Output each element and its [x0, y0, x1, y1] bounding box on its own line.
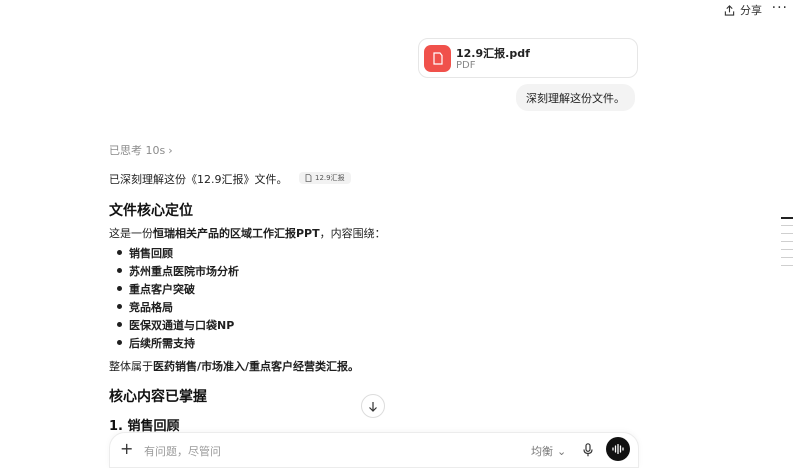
section1-description: 这是一份恒瑞相关产品的区域工作汇报PPT，内容围绕：: [109, 225, 386, 241]
section1-description-bold: 恒瑞相关产品的区域工作汇报PPT: [153, 227, 320, 240]
bullet-item: 竞品格局: [117, 301, 173, 314]
voice-mode-button[interactable]: [606, 437, 630, 461]
microphone-icon: [583, 443, 593, 457]
chevron-right-icon: ›: [168, 143, 173, 157]
section-heading-core-content: 核心内容已掌握: [109, 389, 207, 405]
document-icon: [305, 174, 312, 182]
outline-marker[interactable]: [781, 233, 793, 234]
summary-prefix: 整体属于: [109, 360, 153, 373]
arrow-down-icon: [369, 401, 377, 412]
outline-marker[interactable]: [781, 257, 793, 258]
bullet-item: 苏州重点医院市场分析: [117, 265, 239, 278]
bullet-item: 后续所需支持: [117, 337, 195, 350]
section1-description-prefix: 这是一份: [109, 227, 153, 240]
chevron-down-icon: ⌄: [557, 444, 567, 458]
summary-line: 整体属于医药销售/市场准入/重点客户经营类汇报。: [109, 358, 359, 374]
outline-marker[interactable]: [781, 265, 793, 266]
attachment-file-name: 12.9汇报.pdf: [456, 47, 530, 60]
pdf-file-icon: [424, 45, 451, 72]
thinking-toggle[interactable]: 已思考 10s ›: [109, 142, 173, 158]
top-bar: 分享 ···: [0, 0, 800, 22]
plus-icon: +: [120, 439, 134, 458]
share-icon: [724, 4, 735, 16]
add-attachment-button[interactable]: +: [120, 439, 133, 458]
answer-intro: 已深刻理解这份《12.9汇报》文件。 12.9汇报: [109, 171, 351, 187]
thinking-label: 已思考 10s: [109, 144, 166, 157]
source-reference-label: 12.9汇报: [315, 174, 345, 182]
section-heading-core-positioning: 文件核心定位: [109, 203, 193, 219]
share-label: 分享: [740, 4, 762, 17]
waveform-icon: [612, 444, 624, 454]
source-reference-chip[interactable]: 12.9汇报: [299, 172, 351, 184]
mode-selector[interactable]: 均衡 ⌄: [531, 443, 566, 459]
microphone-button[interactable]: [583, 442, 593, 461]
outline-marker[interactable]: [781, 249, 793, 250]
answer-intro-text: 已深刻理解这份《12.9汇报》文件。: [109, 173, 288, 186]
user-message-bubble: 深刻理解这份文件。: [516, 84, 635, 111]
bullet-item: 重点客户突破: [117, 283, 195, 296]
message-composer: + 有问题，尽管问 均衡 ⌄: [109, 432, 639, 468]
attachment-file-type: PDF: [456, 60, 476, 71]
outline-marker[interactable]: [781, 241, 793, 242]
scroll-to-bottom-button[interactable]: [361, 394, 385, 418]
message-input[interactable]: 有问题，尽管问: [144, 443, 221, 459]
mode-label: 均衡: [531, 445, 553, 458]
outline-marker[interactable]: [781, 217, 793, 219]
outline-marker[interactable]: [781, 225, 793, 226]
bullet-item: 销售回顾: [117, 247, 173, 260]
summary-bold: 医药销售/市场准入/重点客户经营类汇报。: [153, 360, 360, 373]
section1-description-suffix: ，内容围绕：: [319, 227, 386, 240]
more-options-button[interactable]: ···: [772, 0, 788, 16]
bullet-item: 医保双通道与口袋NP: [116, 319, 235, 332]
share-button[interactable]: 分享: [724, 2, 762, 18]
attachment-card[interactable]: 12.9汇报.pdf PDF: [418, 38, 638, 78]
